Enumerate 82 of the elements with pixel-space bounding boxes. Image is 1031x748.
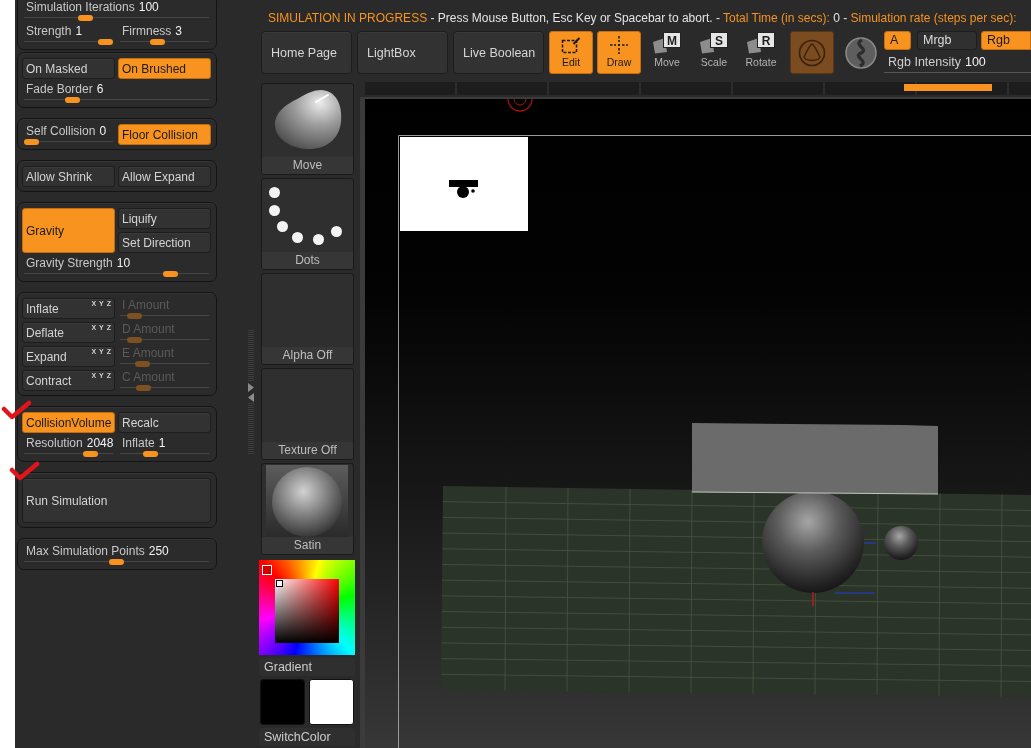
slider-label: Self Collision [26,124,96,138]
action-button[interactable]: Run Simulation [22,478,211,523]
slider-thumb[interactable] [64,96,80,103]
splitter-handle[interactable] [247,330,254,382]
toggle-button[interactable]: On Brushed [118,58,211,79]
status-message: SIMULATION IN PROGRESS - Press Mouse Button, Esc Key or Spacebar to abort. - Total Time (in secs): 0 - Simulation rate (steps per sec): [268,10,1017,26]
color-picker[interactable] [259,560,355,655]
slider-thumb[interactable] [142,450,158,457]
channel-button[interactable]: A [884,31,911,50]
slider-label: Inflate [122,436,155,450]
slider-value: 100 [964,55,986,69]
splitter-handle[interactable] [247,403,254,455]
slider-value: 2048 [86,436,114,450]
transform-button[interactable]: S Scale [692,31,736,74]
color-field[interactable] [275,579,339,643]
slider-track[interactable] [24,38,113,45]
slider-value: 100 [138,0,159,14]
toggle-button[interactable]: Allow Expand [118,166,211,187]
nav-button[interactable]: Home Page [261,31,352,74]
swirl-sphere-icon[interactable] [845,37,877,69]
material-tile[interactable]: Satin [261,463,354,555]
slider-label: Strength [26,24,72,38]
alpha-tile[interactable]: Alpha Off [261,273,354,365]
color-marker-icon [262,565,272,575]
axis-line [863,542,877,544]
channel-button[interactable]: Mrgb [917,31,977,50]
draw-mode-button[interactable]: Draw [597,31,641,74]
slider-thumb[interactable] [109,558,124,565]
slider-label: Fade Border [26,82,93,96]
stroke-tile[interactable]: Dots [261,178,354,270]
toggle-button[interactable]: CollisionVolume [22,412,115,433]
slider-value: 6 [96,82,104,96]
slider-track[interactable] [24,138,113,145]
gradient-button[interactable]: Gradient [259,658,355,676]
axis-line [812,591,814,607]
blob-icon [273,88,343,150]
slider-value: 250 [148,544,169,558]
texture-tile[interactable]: Texture Off [261,368,354,460]
slider-thumb[interactable] [98,38,113,45]
brush-tile[interactable]: Move [261,83,354,175]
channel-button[interactable]: Rgb [981,31,1031,50]
toggle-button[interactable]: Set Direction [118,232,211,253]
arrow-right-icon[interactable] [247,383,254,392]
dashed-square-icon [561,37,581,54]
sphere-mesh [884,526,918,560]
slider-value: 1 [158,436,166,450]
slider-value: 10 [116,256,131,270]
slider-value: 3 [175,24,183,38]
transform-button[interactable]: M Move [645,31,689,74]
edit-mode-button[interactable]: Edit [549,31,593,74]
slider-label: Resolution [26,436,83,450]
arrow-left-icon[interactable] [247,393,254,402]
dots-icon [269,187,342,245]
toggle-button[interactable]: Gravity [22,208,115,253]
slider-label: Gravity Strength [26,256,113,270]
picker-marker-icon[interactable] [276,580,283,587]
slider-thumb[interactable] [163,270,179,277]
slider-label: Rgb Intensity [888,55,961,69]
crosshair-icon [610,36,628,54]
slider-label: Max Simulation Points [26,544,145,558]
slider-label: Simulation Iterations [26,0,135,14]
slider-value: 1 [75,24,83,38]
toggle-button[interactable]: Recalc [118,412,211,433]
slider-thumb[interactable] [24,138,39,145]
slider-thumb[interactable] [149,38,165,45]
slider-thumb[interactable] [78,14,94,21]
transform-button[interactable]: R Rotate [739,31,783,74]
color-swatch[interactable] [309,679,354,725]
slider-value: 0 [99,124,107,138]
ring-icon [507,99,533,112]
color-swatch[interactable] [260,679,305,725]
slider-thumb[interactable] [83,450,99,457]
toggle-button[interactable]: Allow Shrink [22,166,115,187]
toggle-button[interactable]: On Masked [22,58,115,79]
nav-button[interactable]: LightBox [357,31,448,74]
axis-line [834,592,876,594]
slider-track[interactable] [884,70,1031,75]
nav-button[interactable]: Live Boolean [453,31,544,74]
toggle-button[interactable]: Liquify [118,208,211,229]
toggle-button[interactable]: Floor Collision [118,124,211,145]
switch-color-button[interactable]: SwitchColor [259,728,355,746]
slider-label: Firmness [122,24,172,38]
